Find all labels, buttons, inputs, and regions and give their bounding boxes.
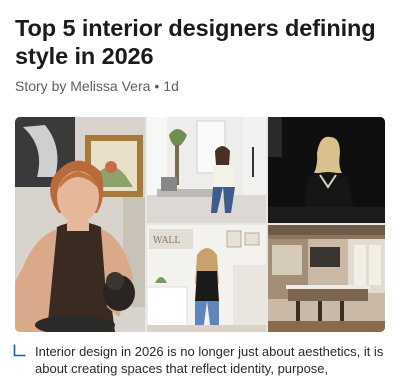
- designer-dark-portrait-image: [268, 117, 385, 223]
- kitchen-designer-image: [147, 117, 266, 223]
- byline-age: 1d: [163, 78, 179, 94]
- image-caption: Interior design in 2026 is no longer jus…: [13, 343, 385, 377]
- loft-interior-image: [268, 225, 385, 332]
- caption-text: Interior design in 2026 is no longer jus…: [35, 344, 384, 376]
- article-hero-image[interactable]: WALL: [15, 117, 385, 332]
- corner-caption-icon: [13, 344, 26, 357]
- article-headline[interactable]: Top 5 interior designers defining style …: [15, 14, 385, 70]
- byline-author[interactable]: Story by Melissa Vera: [15, 78, 150, 94]
- storefront-designer-image: WALL: [147, 225, 266, 332]
- designer-portrait-image: [15, 117, 145, 332]
- byline-separator: •: [154, 78, 160, 94]
- svg-text:WALL: WALL: [153, 236, 180, 246]
- byline: Story by Melissa Vera • 1d: [15, 78, 179, 94]
